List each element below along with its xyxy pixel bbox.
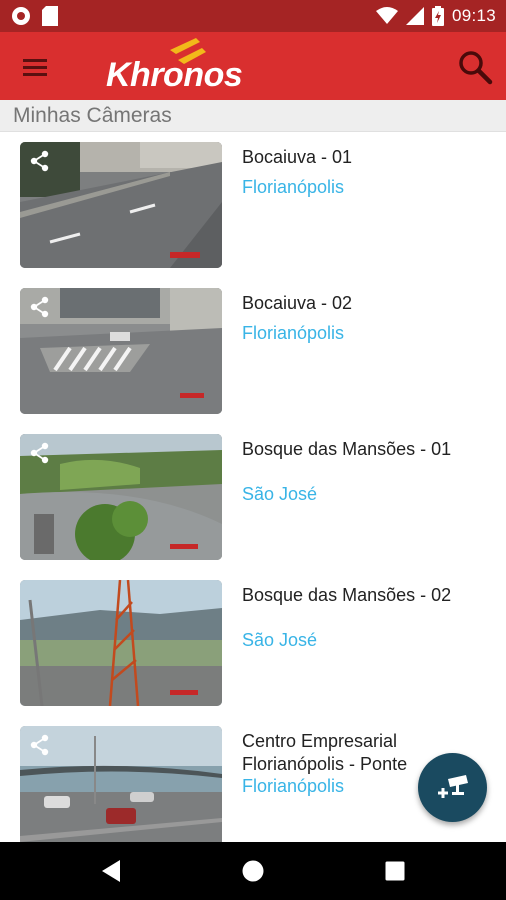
camera-feed-image [20,580,222,706]
camera-city[interactable]: Florianópolis [242,323,344,344]
camera-name: Bosque das Mansões - 01 [242,439,452,459]
menu-button[interactable] [14,50,56,84]
camera-thumbnail[interactable] [20,580,222,706]
brand-logo: Khronos [106,36,276,96]
camera-thumbnail[interactable] [20,288,222,414]
share-icon[interactable] [29,442,51,464]
camera-city[interactable]: Florianópolis [242,776,344,797]
section-title: Minhas Câmeras [13,104,172,127]
battery-icon [431,6,444,26]
signal-icon [405,7,424,25]
camera-item[interactable]: Bocaiuva - 02 Florianópolis [0,278,506,424]
back-icon[interactable] [100,859,122,883]
home-icon[interactable] [241,859,265,883]
camera-list[interactable]: Bocaiuva - 01 Florianópolis Bocaiuva - 0… [0,132,506,842]
circle-notification-icon [12,7,30,25]
camera-thumbnail[interactable] [20,726,222,842]
search-icon [459,51,493,85]
share-icon[interactable] [29,296,51,318]
status-time: 09:13 [451,6,496,25]
add-camera-icon [437,774,468,798]
camera-thumbnail[interactable] [20,434,222,560]
search-button[interactable] [454,46,496,88]
camera-item[interactable]: Bocaiuva - 01 Florianópolis [0,132,506,278]
sd-card-icon [42,6,58,26]
wifi-icon [375,7,398,24]
camera-name: Bocaiuva - 02 [242,293,353,313]
app-screen: 09:13 Khronos Minhas Câmeras Bocaiuva - … [0,0,506,900]
camera-name: Bocaiuva - 01 [242,147,353,167]
camera-name: Bosque das Mansões - 02 [242,585,452,605]
section-header: Minhas Câmeras [0,100,506,132]
recent-apps-icon[interactable] [385,861,405,881]
camera-item[interactable]: Bosque das Mansões - 02 São José [0,570,506,716]
app-bar: Khronos [0,32,506,100]
camera-city[interactable]: São José [242,484,317,505]
brand-name: Khronos [106,56,243,94]
status-bar: 09:13 [0,0,506,32]
system-nav-bar [0,842,506,900]
share-icon[interactable] [29,734,51,756]
camera-city[interactable]: Florianópolis [242,177,344,198]
camera-city[interactable]: São José [242,630,317,651]
share-icon[interactable] [29,150,51,172]
camera-item[interactable]: Bosque das Mansões - 01 São José [0,424,506,570]
hamburger-menu-icon [23,59,47,76]
add-camera-button[interactable] [418,753,487,822]
camera-thumbnail[interactable] [20,142,222,268]
